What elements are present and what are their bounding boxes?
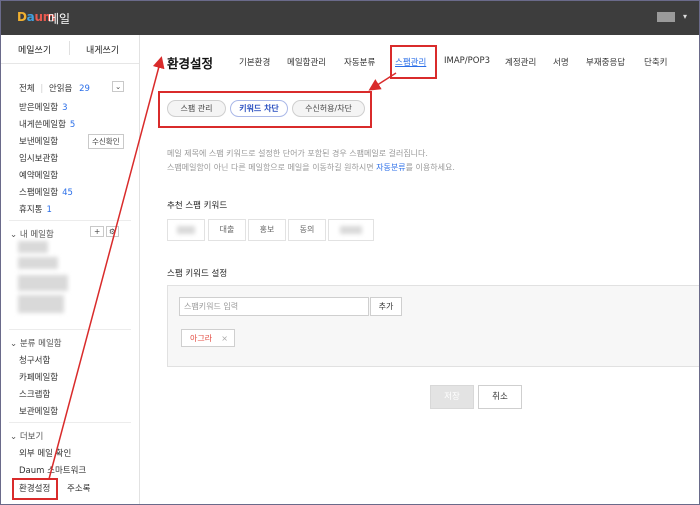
chevron-down-icon: ⌄	[10, 339, 18, 349]
compose-mail-button[interactable]: 메일쓰기	[18, 43, 51, 56]
sidebar-item-scrap[interactable]: 스크랩함	[19, 388, 50, 400]
sidebar-item-inbox[interactable]: 받은메일함 3	[19, 101, 68, 113]
sidebar: 메일쓰기 내게쓰기 전체 | 안읽음 29 ⌄ 받은메일함 3 내게쓴메일함 5 보…	[1, 35, 140, 504]
sidebar-item-archive[interactable]: 보관메일함	[19, 405, 58, 417]
receipt-check-button[interactable]: 수신확인	[88, 134, 124, 149]
sidebar-item-to-me[interactable]: 내게쓴메일함 5	[19, 118, 75, 130]
spam-keyword-input[interactable]: 스팸키워드 입력	[179, 297, 369, 316]
annotation-box-spam-tab	[390, 45, 437, 79]
keyword-tag: 아그라 ×	[181, 329, 235, 347]
tab-basic[interactable]: 기본환경	[239, 56, 270, 68]
tab-auto-reply[interactable]: 부재중응답	[586, 56, 625, 68]
divider	[9, 220, 131, 221]
page-title: 환경설정	[167, 56, 214, 71]
add-keyword-button[interactable]: 추가	[370, 297, 402, 316]
more-header[interactable]: ⌄ 더보기	[10, 430, 43, 442]
my-mailbox-header[interactable]: ⌄ 내 메일함	[10, 228, 54, 240]
redacted-mailbox[interactable]	[18, 257, 58, 269]
divider	[69, 41, 70, 55]
keyword-setting-title: 스팸 키워드 설정	[167, 269, 228, 279]
sidebar-item-bills[interactable]: 청구서함	[19, 354, 50, 366]
sidebar-item-cafe[interactable]: 카페메일함	[19, 371, 58, 383]
sidebar-item-sent[interactable]: 보낸메일함	[19, 135, 58, 147]
chevron-down-icon: ⌄	[10, 432, 18, 442]
add-mailbox-button[interactable]: +	[90, 226, 105, 237]
filter-all[interactable]: 전체	[19, 84, 35, 94]
divider	[9, 329, 131, 330]
annotation-box-subtabs	[158, 91, 372, 128]
sidebar-item-external-mail[interactable]: 외부 메일 확인	[19, 447, 71, 459]
recommend-keyword-chip[interactable]	[328, 219, 374, 241]
user-avatar[interactable]	[657, 12, 675, 22]
unread-count: 29	[79, 84, 90, 94]
sidebar-item-smartwork[interactable]: Daum 스마트워크	[19, 464, 86, 476]
gear-icon[interactable]: ⚙	[106, 226, 119, 237]
filter-row: 전체 | 안읽음 29	[19, 84, 90, 94]
recommend-keyword-chip[interactable]	[167, 219, 205, 241]
top-bar: Daum 메일 ▾	[1, 1, 699, 35]
sidebar-item-address-book[interactable]: 주소록	[67, 482, 90, 494]
filter-unread[interactable]: 안읽음	[49, 84, 72, 94]
redacted-mailbox[interactable]	[18, 295, 64, 313]
app-window: Daum 메일 ▾ 메일쓰기 내게쓰기 전체 | 안읽음 29 ⌄ 받은메일함 3…	[0, 0, 700, 505]
sidebar-item-drafts[interactable]: 임시보관함	[19, 152, 58, 164]
sidebar-item-scheduled[interactable]: 예약메일함	[19, 169, 58, 181]
save-button[interactable]: 저장	[430, 385, 474, 409]
recommend-keyword-chip[interactable]: 대출	[208, 219, 246, 241]
chevron-down-icon: ⌄	[10, 230, 18, 240]
tab-signature[interactable]: 서명	[553, 56, 569, 68]
description-line-1: 메일 제목에 스팸 키워드로 설정한 단어가 포함된 경우 스팸메일로 걸러집니…	[167, 149, 428, 158]
chevron-down-icon[interactable]: ▾	[683, 12, 687, 21]
recommend-keyword-title: 추천 스팸 키워드	[167, 201, 228, 211]
recommend-keyword-chip[interactable]: 홍보	[248, 219, 286, 241]
redacted-mailbox[interactable]	[18, 241, 48, 253]
sidebar-item-trash[interactable]: 휴지통 1	[19, 203, 52, 215]
tab-auto-classify[interactable]: 자동분류	[344, 56, 375, 68]
tab-shortcuts[interactable]: 단축키	[644, 56, 667, 68]
divider	[9, 422, 131, 423]
folder-toggle-icon[interactable]: ⌄	[112, 81, 125, 92]
classified-mailbox-header[interactable]: ⌄ 분류 메일함	[10, 337, 62, 349]
auto-classify-link[interactable]: 자동분류	[376, 163, 405, 172]
app-title[interactable]: 메일	[48, 10, 70, 27]
compose-self-button[interactable]: 내게쓰기	[86, 43, 119, 56]
description-line-2: 스팸메일함이 아닌 다른 메일함으로 메일을 이동하길 원하시면 자동분류를 이…	[167, 163, 455, 172]
tab-mailbox-manage[interactable]: 메일함관리	[287, 56, 326, 68]
recommend-keyword-chip[interactable]: 동의	[288, 219, 326, 241]
annotation-box-settings	[12, 478, 58, 500]
compose-bar: 메일쓰기 내게쓰기	[1, 35, 139, 64]
tab-imap-pop3[interactable]: IMAP/POP3	[444, 56, 490, 66]
redacted-mailbox[interactable]	[18, 275, 68, 291]
tab-account[interactable]: 계정관리	[505, 56, 536, 68]
close-icon[interactable]: ×	[221, 330, 228, 348]
sidebar-item-spam[interactable]: 스팸메일함 45	[19, 186, 73, 198]
cancel-button[interactable]: 취소	[478, 385, 522, 409]
